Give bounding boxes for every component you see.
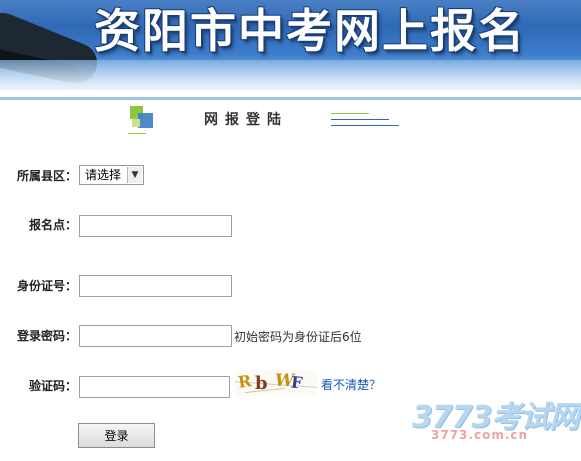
- captcha-refresh-link[interactable]: 看不清楚？: [321, 376, 381, 394]
- section-header: 网报登陆: [0, 100, 581, 148]
- password-label: 登录密码：: [17, 329, 78, 343]
- header-decor-line: [331, 125, 399, 126]
- captcha-label: 验证码：: [29, 379, 78, 393]
- chevron-down-icon[interactable]: ▼: [127, 167, 142, 183]
- captcha-char: b: [255, 373, 268, 394]
- watermark-url: 3773.com.cn: [431, 428, 529, 442]
- id-number-label: 身份证号：: [17, 279, 78, 293]
- section-title: 网报登陆: [204, 112, 288, 128]
- county-select-value: 请选择: [85, 168, 122, 182]
- id-number-input[interactable]: [79, 275, 232, 297]
- site-input[interactable]: [79, 215, 232, 237]
- header-decor-line: [331, 119, 389, 120]
- login-button[interactable]: 登录: [78, 423, 155, 448]
- captcha-image[interactable]: R b W F: [235, 370, 317, 396]
- banner-title: 资阳市中考网上报名: [94, 4, 526, 58]
- captcha-char: F: [290, 372, 304, 393]
- captcha-input[interactable]: [79, 376, 230, 398]
- password-hint: 初始密码为身份证后6位: [234, 330, 362, 344]
- county-label: 所属县区：: [17, 169, 78, 183]
- banner-sky: [0, 60, 581, 90]
- site-label: 报名点：: [29, 218, 78, 232]
- header-decor-line: [331, 113, 369, 114]
- header-banner: 资阳市中考网上报名: [0, 0, 581, 90]
- county-select[interactable]: 请选择 ▼: [79, 165, 144, 185]
- captcha-char: R: [236, 371, 253, 392]
- password-input[interactable]: [79, 325, 232, 347]
